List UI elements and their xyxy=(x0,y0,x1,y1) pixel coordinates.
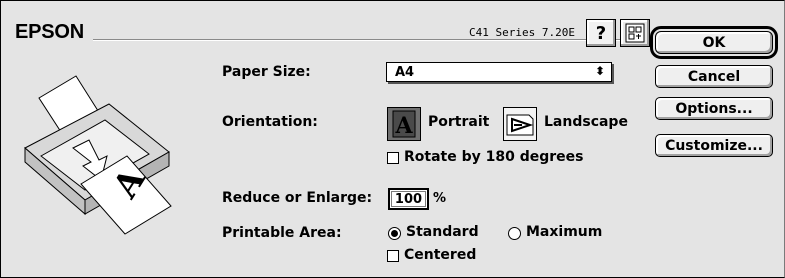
portrait-glyph: A xyxy=(394,113,413,139)
paper-size-select[interactable]: A4 ⬍ xyxy=(386,62,612,82)
ok-button[interactable]: OK xyxy=(650,26,778,59)
cancel-button[interactable]: Cancel xyxy=(655,65,773,88)
rotate-label[interactable]: Rotate by 180 degrees xyxy=(404,149,583,165)
driver-version: C41 Series 7.20E xyxy=(465,26,579,39)
portrait-icon: A xyxy=(392,110,416,139)
page-setup-dialog: EPSON C41 Series 7.20E ? A Paper Size: A… xyxy=(0,0,785,278)
rotate-checkbox[interactable] xyxy=(387,152,399,164)
landscape-option[interactable] xyxy=(503,107,537,141)
portrait-label[interactable]: Portrait xyxy=(428,114,489,130)
config-icon xyxy=(625,23,645,43)
printer-illustration-icon: A xyxy=(24,75,172,235)
scale-input[interactable]: 100 xyxy=(388,188,429,210)
centered-label[interactable]: Centered xyxy=(404,247,476,263)
reduce-enlarge-label: Reduce or Enlarge: xyxy=(222,190,373,206)
configure-button[interactable] xyxy=(620,19,650,47)
centered-checkbox[interactable] xyxy=(387,250,399,262)
landscape-label[interactable]: Landscape xyxy=(544,114,628,130)
landscape-icon xyxy=(506,114,534,136)
maximum-label[interactable]: Maximum xyxy=(526,224,602,240)
paper-size-label: Paper Size: xyxy=(222,64,311,80)
standard-label[interactable]: Standard xyxy=(406,224,479,240)
paper-size-value: A4 xyxy=(395,64,415,80)
portrait-option[interactable]: A xyxy=(387,107,421,141)
customize-button[interactable]: Customize... xyxy=(655,134,773,157)
orientation-label: Orientation: xyxy=(222,114,318,130)
printable-area-label: Printable Area: xyxy=(222,225,342,241)
help-button[interactable]: ? xyxy=(586,19,616,47)
header-divider xyxy=(93,39,633,41)
standard-radio[interactable] xyxy=(388,227,401,240)
updown-arrows-icon: ⬍ xyxy=(594,64,605,78)
options-button[interactable]: Options... xyxy=(655,97,773,120)
percent-unit: % xyxy=(433,191,447,206)
maximum-radio[interactable] xyxy=(508,227,521,240)
brand-logo: EPSON xyxy=(15,21,85,43)
question-icon: ? xyxy=(595,22,607,44)
